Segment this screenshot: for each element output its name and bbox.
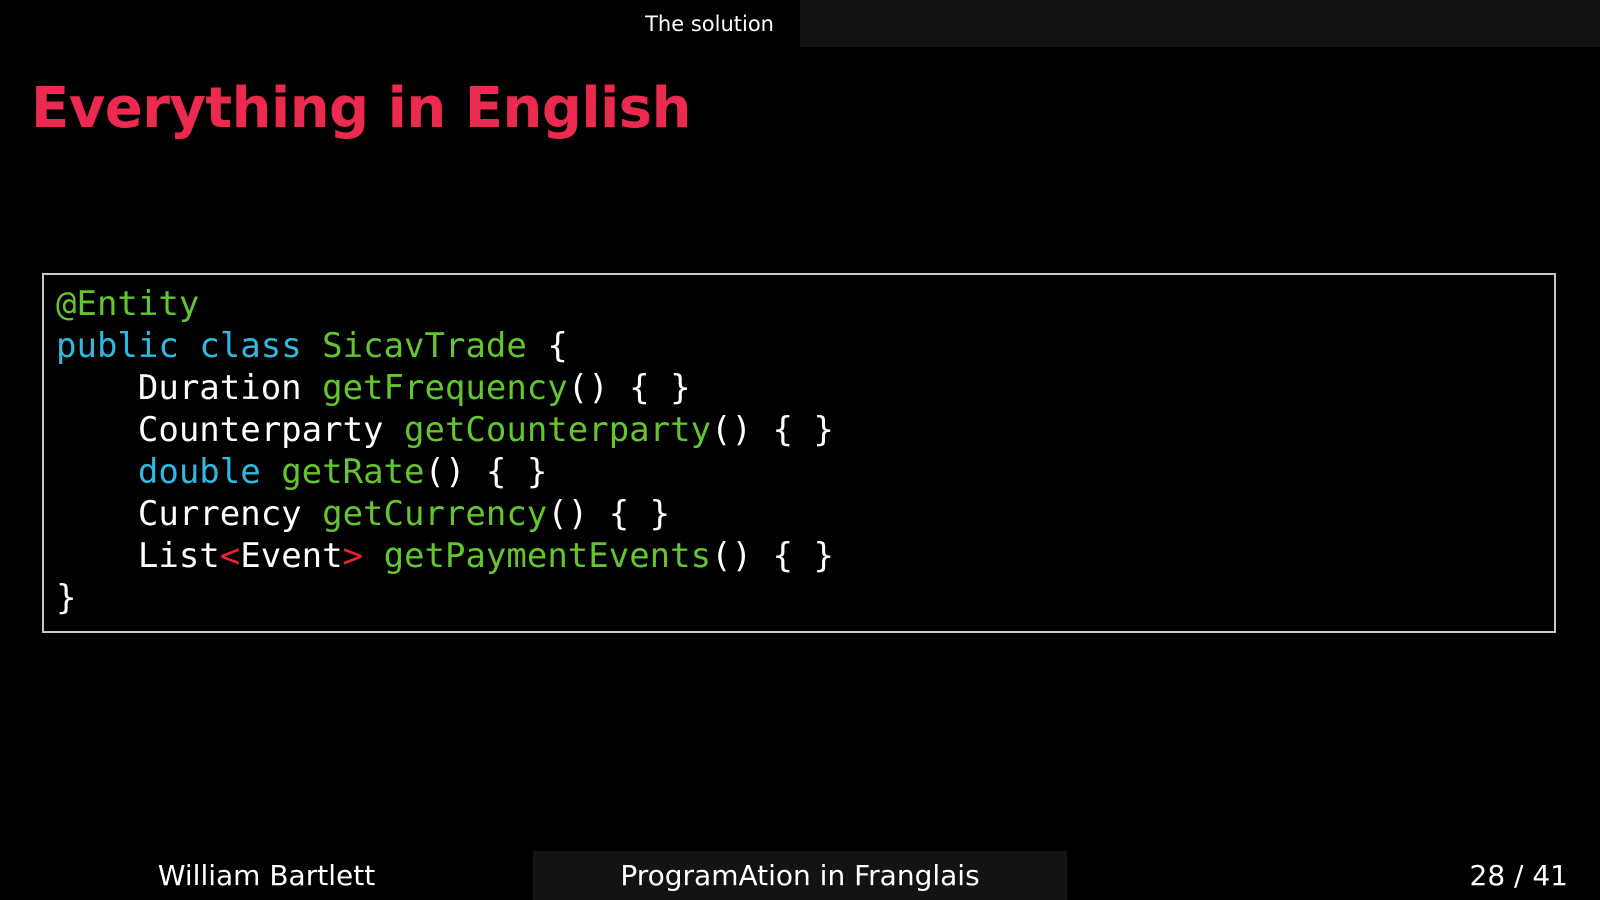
slide-title: Everything in English	[31, 76, 692, 141]
code-line: Counterparty getCounterparty() { }	[56, 409, 1554, 451]
code-token-keyword: class	[199, 326, 302, 366]
code-token-plain: () { }	[711, 410, 834, 450]
header-bar: The solution	[0, 0, 1600, 47]
code-token-plain: () { }	[547, 494, 671, 534]
page-number: 28 / 41	[1469, 859, 1569, 892]
code-token-annotation: @Entity	[56, 284, 200, 324]
code-line: List<Event> getPaymentEvents() { }	[56, 535, 1554, 577]
code-token-plain: Duration	[56, 368, 323, 408]
header-section-nav[interactable]: The solution	[0, 0, 800, 47]
talk-title: ProgramAtion in Franglais	[620, 859, 980, 892]
code-line: public class SicavTrade {	[56, 325, 1554, 367]
code-token-generic: <	[219, 536, 241, 576]
footer-bar: William Bartlett ProgramAtion in Frangla…	[0, 851, 1600, 900]
code-token-plain: List	[56, 536, 220, 576]
footer-talk-title: ProgramAtion in Franglais	[533, 851, 1067, 900]
footer-author: William Bartlett	[0, 851, 533, 900]
code-token-plain: }	[56, 578, 77, 618]
code-line: double getRate() { }	[56, 451, 1554, 493]
code-token-method: getPaymentEvents	[383, 536, 712, 576]
code-line: }	[56, 577, 1554, 619]
code-token-keyword: double	[137, 452, 261, 492]
code-block: @Entity public class SicavTrade { Duratio…	[42, 273, 1556, 633]
code-token-plain: {	[526, 326, 568, 366]
code-token-class: SicavTrade	[322, 326, 527, 366]
code-token-plain: Currency	[56, 494, 323, 534]
code-token-method: getCurrency	[322, 494, 548, 534]
code-token-plain: () { }	[711, 536, 834, 576]
code-token-keyword: public	[56, 326, 179, 366]
code-token-method: getCounterparty	[404, 410, 712, 450]
footer-page-counter: 28 / 41	[1067, 851, 1600, 900]
code-line: Currency getCurrency() { }	[56, 493, 1554, 535]
code-token-method: getFrequency	[322, 368, 568, 408]
code-token-generic: >	[342, 536, 364, 576]
code-token-method: getRate	[281, 452, 425, 492]
code-token-plain: () { }	[424, 452, 548, 492]
code-token-plain: Counterparty	[56, 410, 404, 450]
code-listing: @Entity public class SicavTrade { Duratio…	[56, 283, 1554, 619]
code-line: @Entity	[56, 283, 1554, 325]
code-line: Duration getFrequency() { }	[56, 367, 1554, 409]
section-title[interactable]: The solution	[645, 12, 774, 36]
code-token-plain: () { }	[567, 368, 691, 408]
author-name: William Bartlett	[157, 859, 376, 892]
code-token-plain: Event	[240, 536, 343, 576]
header-subsection-nav	[800, 0, 1600, 47]
